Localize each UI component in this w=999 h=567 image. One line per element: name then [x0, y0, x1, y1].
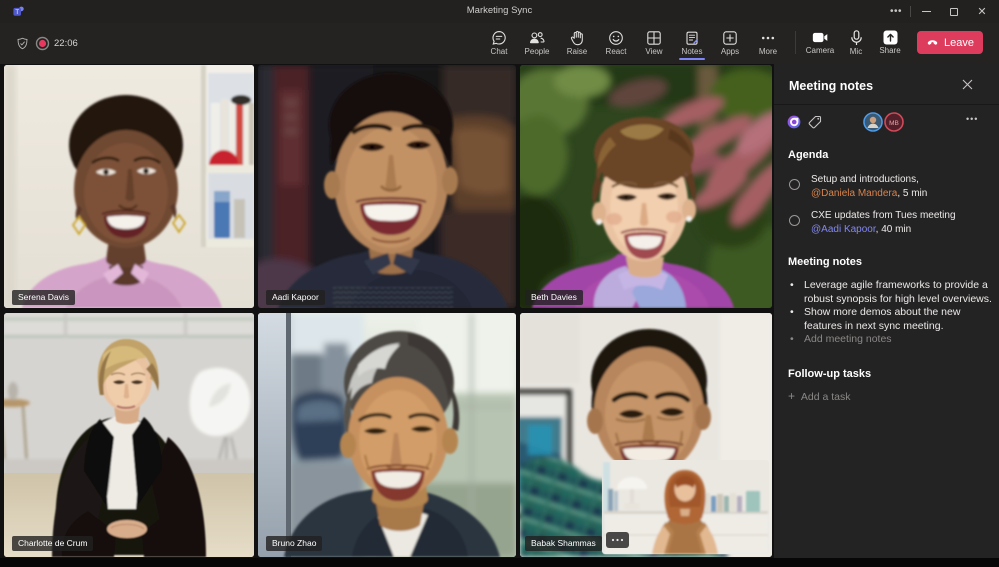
svg-text:MB: MB: [889, 120, 899, 127]
